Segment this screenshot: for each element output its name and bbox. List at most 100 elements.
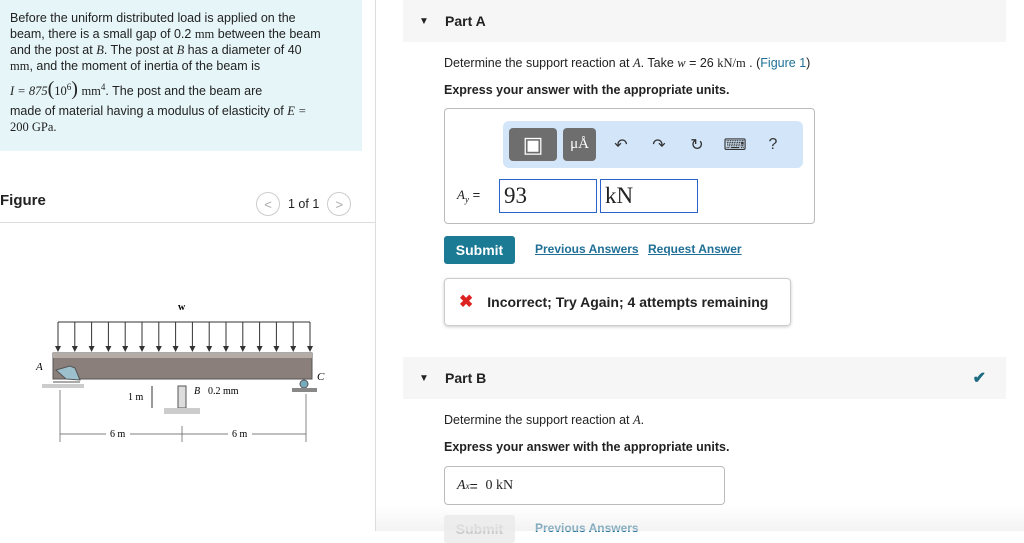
figure-link[interactable]: Figure 1: [760, 56, 806, 70]
part-b-title: Part B: [445, 370, 487, 386]
answer-box: ▣ μÅ ↶ ↷ ↻ ⌨ ? Ay = 93 kN: [444, 108, 815, 224]
checkmark-icon: ✔: [972, 370, 986, 387]
templates-button[interactable]: ▣: [509, 128, 557, 161]
previous-answers-link[interactable]: Previous Answers: [535, 242, 639, 256]
help-icon[interactable]: ?: [754, 136, 792, 154]
part-a-instruction: Express your answer with the appropriate…: [444, 83, 730, 97]
question-math: w: [677, 56, 686, 70]
problem-math: I = 875: [10, 84, 48, 99]
load-arrowhead: [290, 346, 297, 352]
part-a-header[interactable]: ▼ Part A: [403, 0, 1006, 42]
keyboard-icon[interactable]: ⌨: [716, 135, 754, 155]
problem-text: has a diameter of 40: [184, 43, 302, 57]
part-a-title: Part A: [445, 13, 486, 29]
collapse-icon[interactable]: ▼: [419, 16, 445, 27]
problem-math: mm: [10, 59, 30, 73]
answer-value: 0 kN: [485, 477, 514, 493]
unit-input[interactable]: kN: [600, 179, 698, 213]
load-arrowhead: [172, 346, 179, 352]
equals: =: [468, 187, 481, 202]
problem-statement: Before the uniform distributed load is a…: [0, 0, 362, 151]
load-arrowhead: [139, 346, 145, 352]
next-figure-button[interactable]: >: [327, 192, 352, 216]
feedback-text: Incorrect; Try Again; 4 attempts remaini…: [487, 294, 769, 310]
load-arrowhead: [206, 346, 213, 352]
figure-pager: < 1 of 1 >: [256, 192, 352, 216]
request-answer-link[interactable]: Request Answer: [648, 242, 742, 256]
part-a-question: Determine the support reaction at A. Tak…: [444, 56, 810, 71]
load-arrowhead: [88, 346, 95, 352]
problem-math: mm: [194, 27, 215, 41]
load-arrowhead: [223, 346, 229, 352]
question-text: . Take: [640, 56, 678, 70]
equals: =: [469, 477, 478, 494]
question-math: A: [633, 56, 641, 70]
question-text: Determine the support reaction at: [444, 413, 633, 427]
load-arrowhead: [189, 346, 196, 352]
reset-icon[interactable]: ↻: [678, 135, 716, 155]
problem-math: mm: [81, 84, 101, 99]
problem-math: 200 GPa.: [10, 120, 57, 135]
divider: [0, 222, 375, 223]
problem-text: , and the moment of inertia of the beam …: [29, 59, 261, 73]
problem-text: and the post at: [10, 43, 97, 57]
error-x-icon: ✖: [459, 292, 474, 311]
gap-label: 0.2 mm: [208, 386, 239, 397]
question-text: ): [806, 56, 811, 70]
load-arrowhead: [273, 346, 280, 352]
problem-math: E =: [287, 104, 307, 119]
prev-figure-button[interactable]: <: [256, 192, 280, 216]
load-arrows: [55, 322, 313, 352]
question-text: .: [640, 413, 645, 427]
submit-button[interactable]: Submit: [444, 236, 515, 264]
load-arrowhead: [122, 346, 129, 352]
load-arrowhead: [71, 346, 78, 352]
label-a: A: [35, 361, 43, 373]
span-label-2: 6 m: [232, 429, 248, 440]
problem-text: made of material having a modulus of ela…: [10, 104, 288, 119]
load-arrowhead: [105, 346, 112, 352]
redo-icon[interactable]: ↷: [640, 135, 678, 155]
problem-text: . The post at: [103, 43, 177, 57]
undo-icon[interactable]: ↶: [602, 135, 640, 155]
part-b-header[interactable]: ▼ Part B ✔: [403, 357, 1006, 399]
problem-math: 10: [54, 84, 67, 99]
span-label-1: 6 m: [110, 429, 126, 440]
label-c: C: [317, 371, 325, 383]
var-label: A: [457, 477, 466, 493]
question-math: kN/m: [717, 56, 746, 70]
load-label: w: [178, 302, 186, 313]
part-b-instruction: Express your answer with the appropriate…: [444, 440, 730, 454]
part-b-answer: Ax = 0 kN: [444, 466, 725, 505]
ground-a: [42, 384, 84, 388]
math-toolbar: ▣ μÅ ↶ ↷ ↻ ⌨ ?: [503, 121, 803, 168]
question-math: A: [633, 413, 641, 427]
roller-c: [299, 379, 309, 389]
figure-title: Figure: [0, 192, 46, 209]
ground-b: [164, 408, 200, 414]
post-b: [177, 385, 187, 409]
question-text: Determine the support reaction at: [444, 56, 633, 70]
problem-text: Before the uniform distributed load is a…: [10, 11, 296, 25]
ground-c: [292, 388, 317, 392]
value-input[interactable]: 93: [499, 179, 597, 213]
answer-label: Ay =: [457, 187, 480, 205]
post-height-label: 1 m: [128, 392, 144, 403]
load-arrowhead: [239, 346, 246, 352]
beam-flange: [53, 353, 312, 358]
label-b: B: [194, 386, 200, 397]
load-arrowhead: [256, 346, 263, 352]
var-label: A: [457, 187, 465, 202]
problem-math: B: [96, 43, 104, 57]
collapse-icon[interactable]: ▼: [419, 373, 445, 384]
problem-text: beam, there is a small gap of 0.2: [10, 27, 195, 41]
question-text: . (: [745, 56, 761, 70]
question-text: = 26: [685, 56, 718, 70]
load-arrowhead: [307, 346, 313, 352]
part-b-question: Determine the support reaction at A.: [444, 413, 644, 428]
problem-text: . The post and the beam are: [105, 84, 263, 99]
beam-diagram: w A C B 0.2 mm 1 m 6 m 6 m: [35, 302, 325, 442]
units-button[interactable]: μÅ: [563, 128, 596, 161]
figure-page-count: 1 of 1: [288, 197, 320, 211]
problem-text: between the beam: [214, 27, 321, 41]
